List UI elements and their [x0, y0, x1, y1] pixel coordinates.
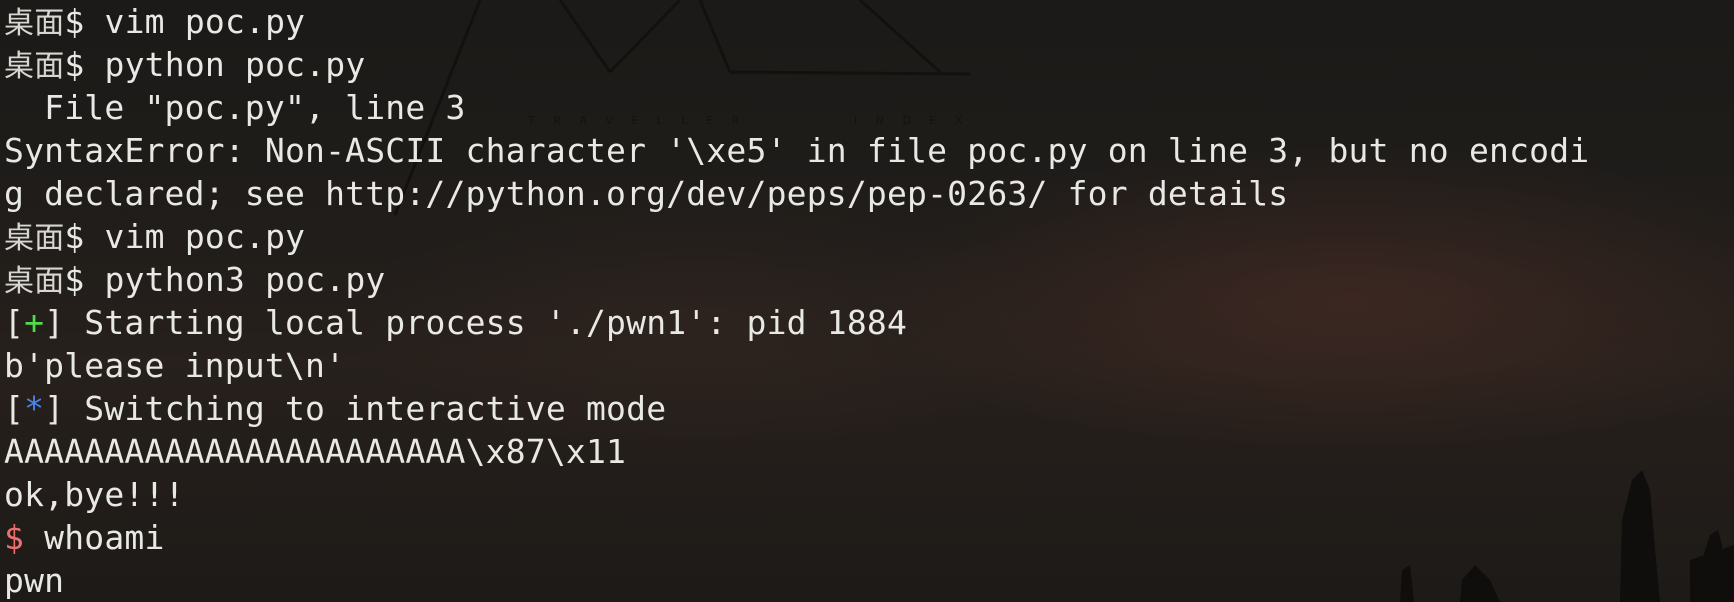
terminal-line: 桌面$ vim poc.py [4, 0, 1734, 43]
terminal-line: ok,bye!!! [4, 473, 1734, 516]
prompt-directory: 桌面 [4, 264, 65, 299]
terminal-line: AAAAAAAAAAAAAAAAAAAAAAA\x87\x11 [4, 430, 1734, 473]
terminal-line-text: python3 poc.py [104, 260, 386, 299]
shell-prompt-sigil: $ [64, 260, 105, 299]
status-bracket-open: [ [4, 389, 25, 428]
terminal-line-text: vim poc.py [104, 217, 306, 256]
terminal-line-text: pwn [4, 561, 65, 600]
shell-prompt-sigil: $ [64, 217, 105, 256]
terminal-line-text: ok,bye!!! [4, 475, 185, 514]
terminal-line-text: Starting local process './pwn1': pid 188… [84, 303, 908, 342]
terminal-line: g declared; see http://python.org/dev/pe… [4, 172, 1734, 215]
terminal-line-text: vim poc.py [104, 2, 306, 41]
status-plus-mark: + [24, 303, 45, 342]
status-bracket-open: [ [4, 303, 25, 342]
shell-prompt-sigil: $ [4, 518, 45, 557]
terminal-line-text: SyntaxError: Non-ASCII character '\xe5' … [4, 131, 1590, 170]
terminal-line: 桌面$ python3 poc.py [4, 258, 1734, 301]
terminal-line-text: whoami [44, 518, 165, 557]
status-bracket-close: ] [44, 389, 85, 428]
status-bracket-close: ] [44, 303, 85, 342]
terminal-line: [*] Switching to interactive mode [4, 387, 1734, 430]
terminal-line: b'please input\n' [4, 344, 1734, 387]
terminal-line-text: Switching to interactive mode [84, 389, 667, 428]
terminal-line: 桌面$ python poc.py [4, 43, 1734, 86]
terminal-line-text: AAAAAAAAAAAAAAAAAAAAAAA\x87\x11 [4, 432, 627, 471]
prompt-directory: 桌面 [4, 221, 65, 256]
terminal-line: File "poc.py", line 3 [4, 86, 1734, 129]
terminal-line: 桌面$ vim poc.py [4, 215, 1734, 258]
prompt-directory: 桌面 [4, 6, 65, 41]
terminal-line-text: g declared; see http://python.org/dev/pe… [4, 174, 1289, 213]
shell-prompt-sigil: $ [64, 45, 105, 84]
terminal-line-text: python poc.py [104, 45, 366, 84]
terminal-line-text: b'please input\n' [4, 346, 346, 385]
terminal-line-text: File "poc.py", line 3 [4, 88, 466, 127]
terminal-line: [+] Starting local process './pwn1': pid… [4, 301, 1734, 344]
terminal-line: pwn [4, 559, 1734, 602]
terminal-output[interactable]: 桌面$ vim poc.py 桌面$ python poc.py File "po… [4, 0, 1734, 602]
status-star-mark: * [24, 389, 45, 428]
prompt-directory: 桌面 [4, 49, 65, 84]
shell-prompt-sigil: $ [64, 2, 105, 41]
terminal-line: $ whoami [4, 516, 1734, 559]
terminal-line: SyntaxError: Non-ASCII character '\xe5' … [4, 129, 1734, 172]
